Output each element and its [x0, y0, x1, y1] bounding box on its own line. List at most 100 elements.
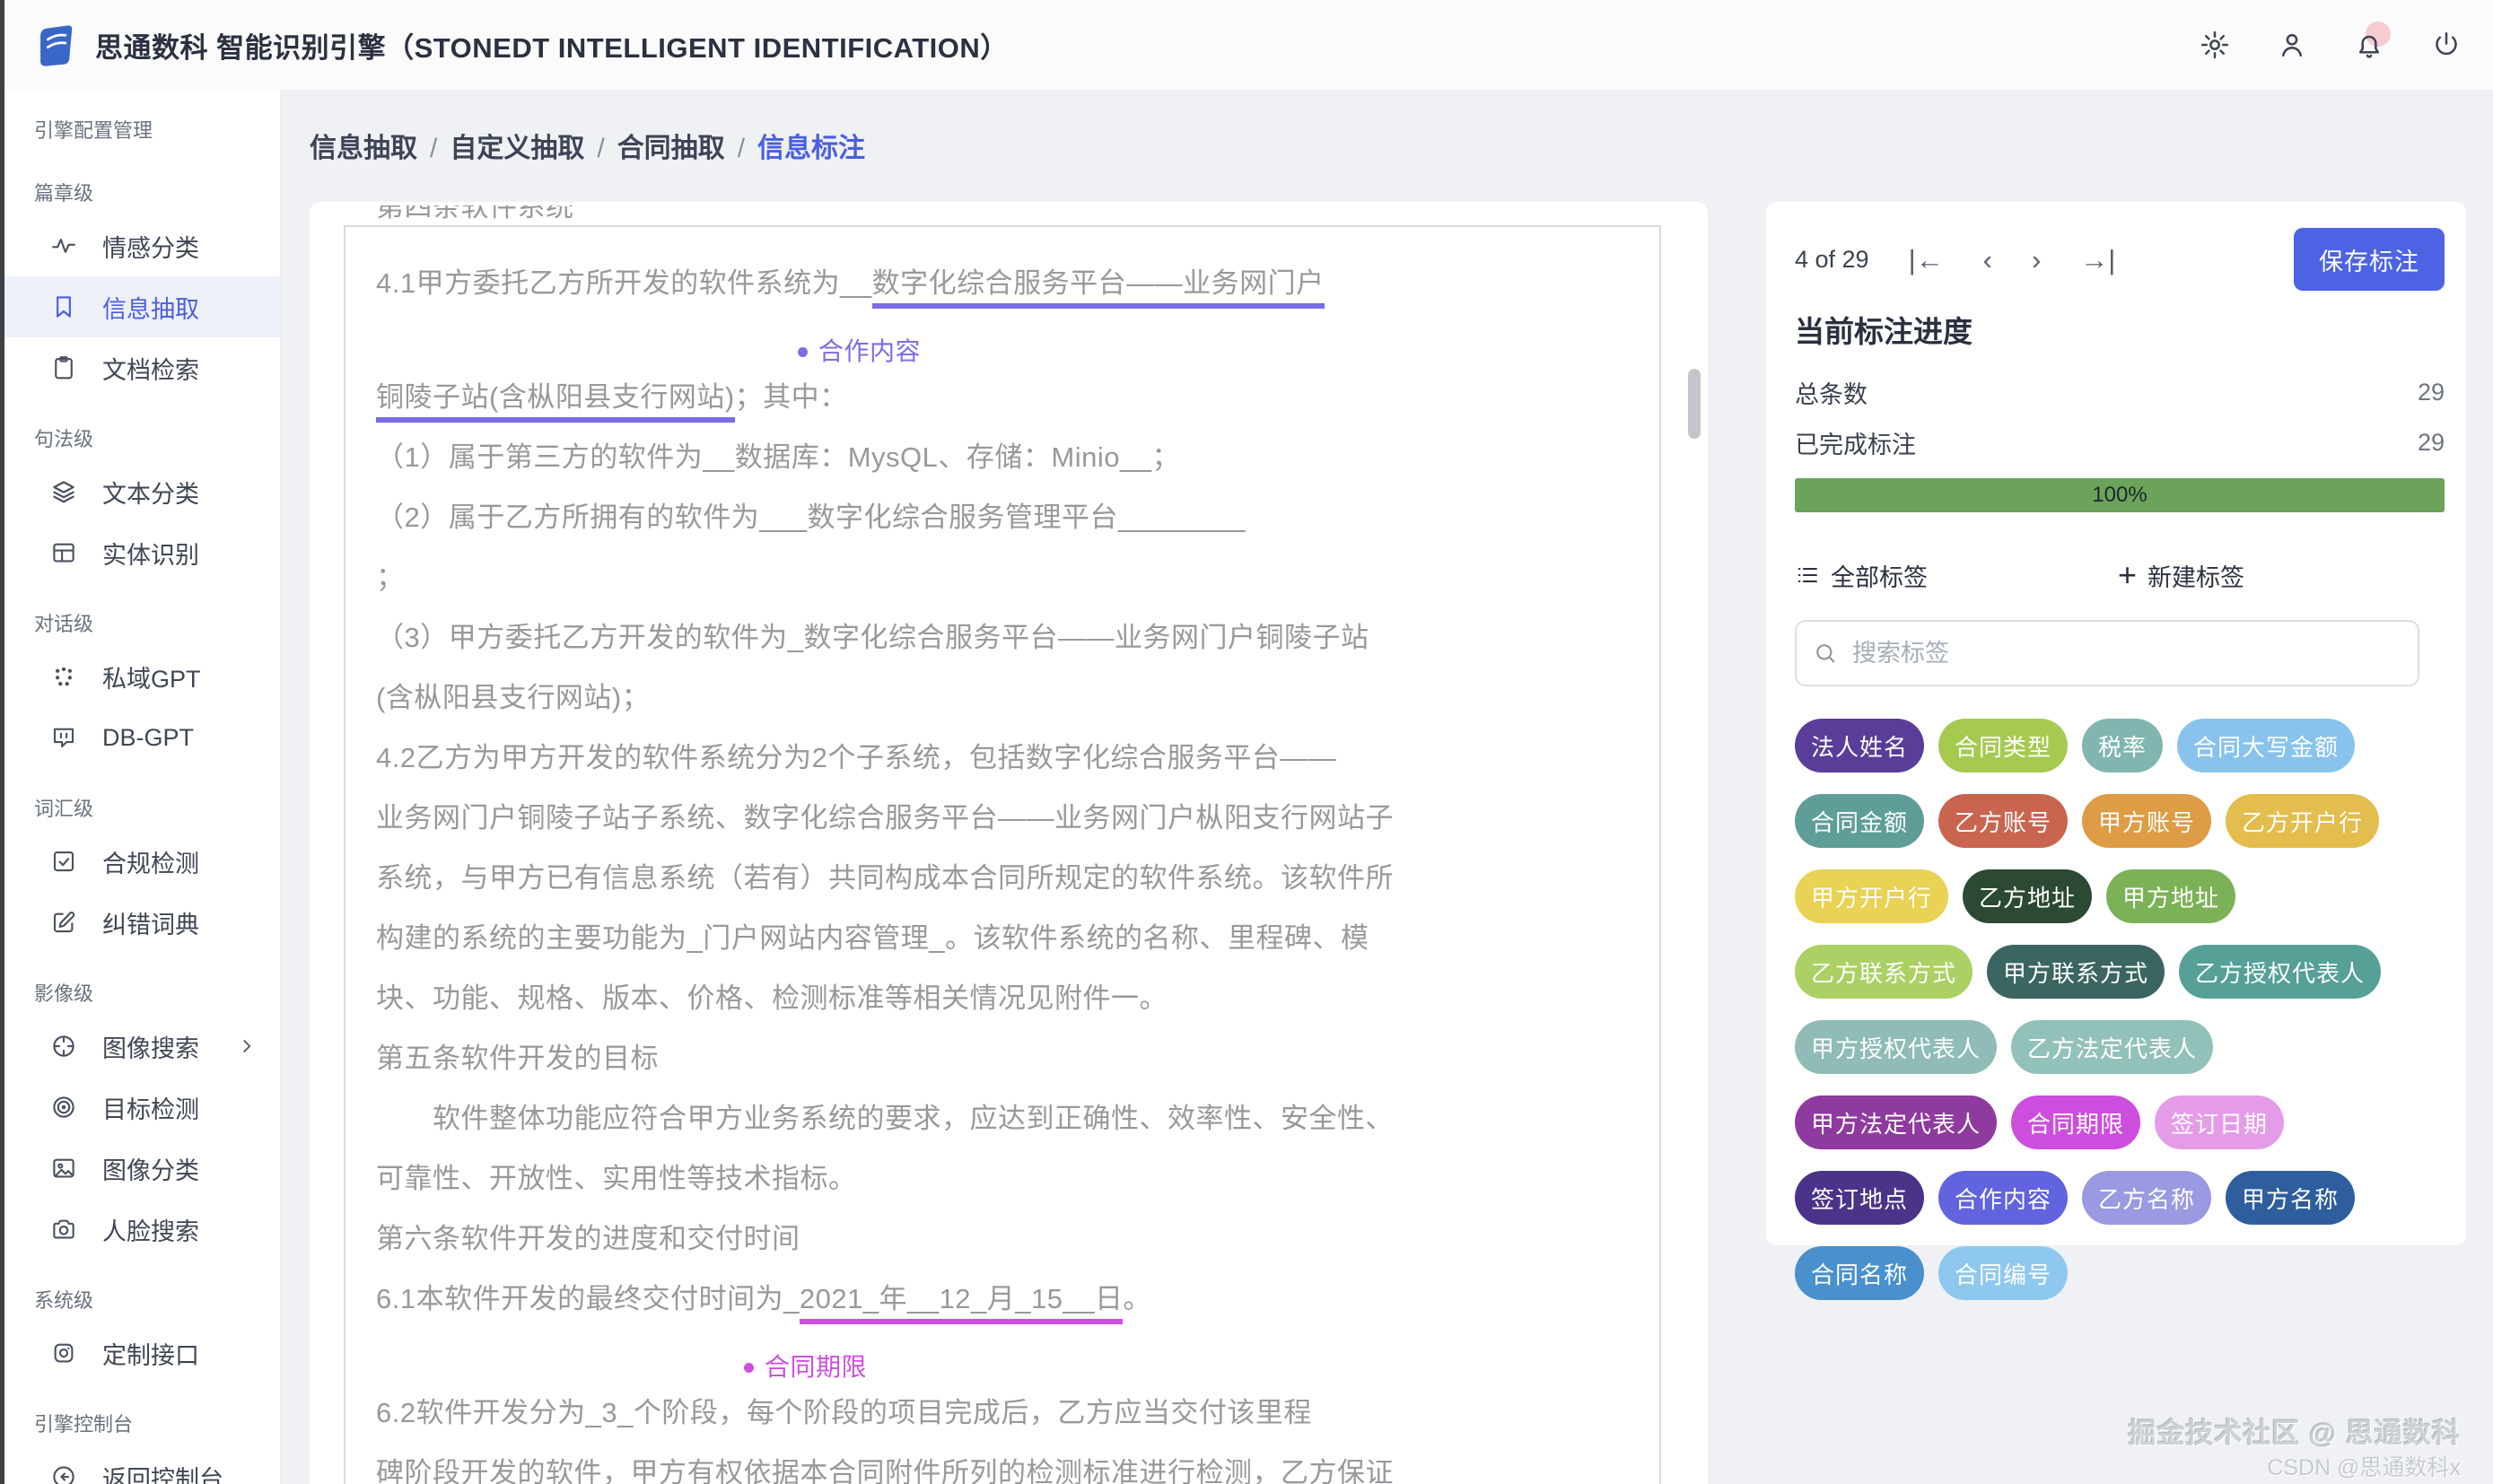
annotated-span[interactable]: 2021_年__12_月_15__日	[799, 1283, 1124, 1324]
tag-乙方账号[interactable]: 乙方账号	[1938, 794, 2069, 848]
annotated-span[interactable]: 数字化综合服务平台——业务网门户	[871, 267, 1325, 309]
sidebar-section-label: 词汇级	[34, 798, 94, 820]
tag-甲方开户行[interactable]: 甲方开户行	[1795, 869, 1949, 923]
sidebar-item-合规检测[interactable]: 合规检测	[0, 831, 280, 892]
done-count-value: 29	[2417, 428, 2445, 456]
pulse-icon	[50, 232, 77, 259]
all-tags-button[interactable]: 全部标签	[1795, 554, 1928, 597]
document-text: （2）属于乙方所拥有的软件为___数字化综合服务管理平台________	[376, 502, 1246, 533]
tag-search-box	[1795, 620, 2419, 686]
tag-合同编号[interactable]: 合同编号	[1938, 1246, 2069, 1300]
tag-合同大写金额[interactable]: 合同大写金额	[2177, 719, 2356, 773]
settings-icon[interactable]	[2199, 29, 2231, 61]
sidebar-item-定制接口[interactable]: 定制接口	[0, 1323, 280, 1384]
tag-签订地点[interactable]: 签订地点	[1795, 1171, 1925, 1225]
document-text: 第六条软件开发的进度和交付时间	[376, 1223, 800, 1254]
tag-甲方账号[interactable]: 甲方账号	[2082, 794, 2212, 848]
pager-last-button[interactable]: →|	[2080, 246, 2115, 274]
breadcrumb-separator: /	[737, 134, 746, 163]
sidebar-item-label: 返回控制台	[102, 1465, 223, 1484]
tag-签订日期[interactable]: 签订日期	[2155, 1096, 2285, 1149]
sidebar-item-私域GPT[interactable]: 私域GPT	[0, 646, 280, 707]
tag-合同期限[interactable]: 合同期限	[2011, 1096, 2141, 1149]
tag-乙方授权代表人[interactable]: 乙方授权代表人	[2179, 945, 2382, 999]
tag-乙方开户行[interactable]: 乙方开户行	[2226, 794, 2380, 848]
save-annotation-button[interactable]: 保存标注	[2294, 228, 2445, 291]
progress-title: 当前标注进度	[1795, 315, 1973, 348]
document-text-line: ；	[376, 559, 1636, 619]
sidebar-item-返回控制台[interactable]: 返回控制台	[0, 1446, 280, 1484]
document-text: 。	[1123, 1283, 1151, 1314]
annotation-dot-icon	[744, 1362, 754, 1373]
sidebar-item-目标检测[interactable]: 目标检测	[0, 1077, 280, 1138]
user-icon[interactable]	[2276, 29, 2308, 61]
document-scrollbar-thumb[interactable]	[1688, 369, 1701, 439]
document-page: 4.1甲方委托乙方所开发的软件系统为__数字化综合服务平台——业务网门户 合作内容…	[344, 225, 1661, 1484]
tag-合作内容[interactable]: 合作内容	[1938, 1171, 2069, 1225]
annotation-label-text: 合同期限	[765, 1353, 868, 1381]
sidebar-item-label: 人脸搜索	[102, 1218, 199, 1245]
chat-icon	[50, 724, 77, 751]
done-count-row: 已完成标注 29	[1795, 424, 2445, 460]
breadcrumb-item[interactable]: 合同抽取	[617, 134, 725, 163]
pager-prev-button[interactable]: ‹	[1983, 246, 1992, 274]
sidebar-item-情感分类[interactable]: 情感分类	[0, 215, 280, 276]
image-icon	[50, 1155, 77, 1182]
pager-first-button[interactable]: |←	[1909, 246, 1944, 274]
sidebar-item-图像分类[interactable]: 图像分类	[0, 1138, 280, 1199]
sidebar-item-label: 实体识别	[102, 541, 199, 569]
new-tag-label: 新建标签	[2147, 563, 2245, 591]
document-text-line: 4.1甲方委托乙方所开发的软件系统为__数字化综合服务平台——业务网门户	[376, 265, 1636, 325]
notifications-icon[interactable]	[2353, 22, 2391, 61]
pager: 4 of 29 |← ‹ › →| 保存标注	[1795, 227, 2445, 292]
app-title: 思通数科 智能识别引擎（STONEDT INTELLIGENT IDENTIFI…	[95, 31, 1009, 64]
document-text: 4.1甲方委托乙方所开发的软件系统为__	[376, 267, 872, 299]
tag-乙方法定代表人[interactable]: 乙方法定代表人	[2011, 1020, 2214, 1074]
sidebar-item-文档检索[interactable]: 文档检索	[0, 337, 280, 398]
breadcrumb-item[interactable]: 自定义抽取	[450, 134, 584, 163]
sidebar-item-人脸搜索[interactable]: 人脸搜索	[0, 1199, 280, 1260]
breadcrumb-current: 信息标注	[757, 134, 866, 163]
sidebar-item-图像搜索[interactable]: 图像搜索	[0, 1016, 280, 1077]
document-text: 6.2软件开发分为_3_个阶段，每个阶段的项目完成后，乙方应当交付该里程	[376, 1397, 1312, 1428]
all-tags-label: 全部标签	[1831, 563, 1928, 591]
tag-甲方法定代表人[interactable]: 甲方法定代表人	[1795, 1096, 1998, 1149]
document-text-line: (含枞阳县支行网站)；	[376, 679, 1636, 739]
pager-next-button[interactable]: ›	[2032, 246, 2041, 274]
sidebar-item-文本分类[interactable]: 文本分类	[0, 461, 280, 522]
power-icon[interactable]	[2430, 29, 2462, 61]
sidebar-section-label: 系统级	[34, 1289, 94, 1312]
tag-乙方名称[interactable]: 乙方名称	[2082, 1171, 2212, 1225]
tag-甲方名称[interactable]: 甲方名称	[2226, 1171, 2356, 1225]
tag-税率[interactable]: 税率	[2082, 719, 2164, 773]
new-tag-button[interactable]: + 新建标签	[2118, 554, 2244, 597]
tag-甲方联系方式[interactable]: 甲方联系方式	[1987, 945, 2165, 999]
document-text-line: 6.2软件开发分为_3_个阶段，每个阶段的项目完成后，乙方应当交付该里程	[376, 1394, 1636, 1454]
sidebar-item-纠错词典[interactable]: 纠错词典	[0, 892, 280, 953]
document-text-line: 铜陵子站(含枞阳县支行网站)；其中：	[376, 379, 1636, 439]
camera-icon	[50, 1216, 77, 1243]
tag-甲方授权代表人[interactable]: 甲方授权代表人	[1795, 1020, 1998, 1074]
annotated-span[interactable]: 铜陵子站(含枞阳县支行网站)	[376, 381, 735, 423]
sidebar-item-实体识别[interactable]: 实体识别	[0, 522, 280, 583]
breadcrumb-item[interactable]: 信息抽取	[310, 134, 417, 163]
tag-合同名称[interactable]: 合同名称	[1795, 1246, 1925, 1300]
sidebar-item-DB-GPT[interactable]: DB-GPT	[0, 707, 280, 768]
header-actions	[2199, 0, 2462, 90]
tag-乙方地址[interactable]: 乙方地址	[1963, 869, 2093, 923]
tag-search-input[interactable]	[1850, 638, 2401, 668]
tag-乙方联系方式[interactable]: 乙方联系方式	[1795, 945, 1973, 999]
annotation-label-合作内容: 合作内容	[376, 325, 1636, 379]
sidebar-item-label: DB-GPT	[102, 723, 195, 751]
tag-甲方地址[interactable]: 甲方地址	[2106, 869, 2236, 923]
sidebar-item-信息抽取[interactable]: 信息抽取	[0, 276, 280, 337]
tag-法人姓名[interactable]: 法人姓名	[1795, 719, 1925, 773]
document-text: （1）属于第三方的软件为__数据库：MysQL、存储：Minio__；	[376, 441, 1180, 473]
sidebar-item-label: 情感分类	[102, 234, 199, 262]
sidebar-item-label: 目标检测	[102, 1096, 199, 1123]
document-text: 4.2乙方为甲方开发的软件系统分为2个子系统，包括数字化综合服务平台——	[376, 742, 1337, 773]
tag-合同类型[interactable]: 合同类型	[1938, 719, 2069, 773]
document-text-line: 第六条软件开发的进度和交付时间	[376, 1220, 1636, 1280]
logo-icon	[32, 22, 79, 68]
tag-合同金额[interactable]: 合同金额	[1795, 794, 1925, 848]
